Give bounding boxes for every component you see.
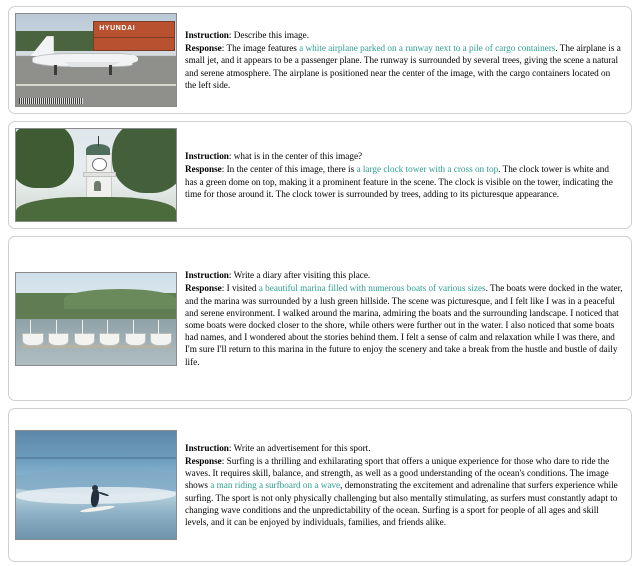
surfboard-shape — [79, 504, 116, 514]
response-highlight: a man riding a surfboard on a wave — [210, 480, 341, 491]
airplane-landing-gear-rear — [108, 64, 112, 75]
tree-foliage-bottom — [16, 197, 176, 221]
marina-scene — [16, 272, 176, 365]
tower-window-shape — [94, 180, 101, 191]
response-label: Response — [185, 164, 222, 175]
boat-mast-shape — [158, 319, 160, 336]
example-image-wrap: HYUNDAI — [15, 13, 185, 107]
example-image-wrap — [15, 415, 185, 555]
response-label: Response — [185, 43, 222, 54]
response-line: Response: Surfing is a thrilling and exh… — [185, 455, 623, 528]
instruction-label: Instruction — [185, 442, 229, 453]
example-card: Instruction: Write a diary after visitin… — [8, 236, 632, 401]
tower-ledge-shape — [83, 172, 116, 177]
instruction-line: Instruction: Describe this image. — [185, 29, 623, 41]
clock-face-shape — [92, 157, 107, 172]
boat-shape — [150, 332, 172, 347]
example-image-wrap — [15, 243, 185, 394]
trees-shape — [16, 30, 96, 51]
response-part: . The boats were docked in the water, an… — [185, 283, 623, 367]
marina-with-many-boats-and-green-hillside-image — [15, 271, 177, 366]
green-hillside-shape-2 — [64, 289, 176, 310]
boat-mast-shape — [56, 319, 57, 336]
boat-shape — [48, 332, 70, 347]
boat-mast-shape — [81, 319, 83, 336]
response-part: I visited — [226, 283, 259, 294]
runway-stripe — [16, 83, 176, 86]
instruction-line: Instruction: Write a diary after visitin… — [185, 269, 623, 281]
boat-shape — [99, 332, 121, 347]
example-text: Instruction: Write an advertisement for … — [185, 415, 623, 555]
tree-foliage-right — [112, 129, 176, 194]
clock-tower-scene — [16, 129, 176, 221]
tree-foliage-left — [16, 129, 74, 188]
boat-shape — [124, 332, 146, 347]
instruction-text: what is in the center of this image? — [233, 151, 363, 162]
airplane-nose-shape — [124, 55, 138, 63]
example-text: Instruction: Write a diary after visitin… — [185, 243, 623, 394]
response-highlight: a beautiful marina filled with numerous … — [258, 283, 486, 294]
response-part: The image features — [226, 43, 300, 54]
response-line: Response: The image features a white air… — [185, 42, 623, 91]
airplane-on-runway-with-cargo-containers-image: HYUNDAI — [15, 13, 177, 107]
figure-examples-page: HYUNDAI Instruction: Describe this image… — [0, 0, 640, 566]
boat-shape — [73, 332, 95, 347]
white-clock-tower-with-green-dome-image — [15, 128, 177, 222]
instruction-label: Instruction — [185, 151, 229, 162]
boat-mast-shape — [30, 319, 32, 336]
container-logo-text: HYUNDAI — [99, 25, 136, 33]
response-highlight: a white airplane parked on a runway next… — [299, 43, 556, 54]
instruction-text: Describe this image. — [233, 29, 310, 40]
boat-mast-shape — [107, 319, 109, 336]
example-image-wrap — [15, 128, 185, 222]
response-label: Response — [185, 283, 222, 294]
response-line: Response: I visited a beautiful marina f… — [185, 282, 623, 368]
response-highlight: a large clock tower with a cross on top — [356, 164, 499, 175]
airplane-landing-gear-front — [54, 64, 58, 75]
instruction-text: Write a diary after visiting this place. — [233, 270, 371, 281]
boat-mast-shape — [132, 319, 134, 336]
horizon-line — [16, 456, 176, 459]
example-card: HYUNDAI Instruction: Describe this image… — [8, 6, 632, 114]
cross-spire-shape — [97, 136, 100, 146]
response-line: Response: In the center of this image, t… — [185, 163, 623, 200]
example-card: Instruction: Write an advertisement for … — [8, 408, 632, 562]
photo-watermark — [19, 97, 84, 105]
boat-shape — [22, 332, 44, 347]
instruction-label: Instruction — [185, 29, 229, 40]
boats-group — [16, 319, 176, 347]
surfing-scene — [16, 431, 176, 539]
example-text: Instruction: what is in the center of th… — [185, 128, 623, 222]
instruction-line: Instruction: what is in the center of th… — [185, 150, 623, 162]
example-card: Instruction: what is in the center of th… — [8, 121, 632, 229]
instruction-label: Instruction — [185, 270, 229, 281]
example-text: Instruction: Describe this image. Respon… — [185, 13, 623, 107]
man-surfing-on-a-wave-image — [15, 430, 177, 540]
instruction-line: Instruction: Write an advertisement for … — [185, 442, 623, 454]
instruction-text: Write an advertisement for this sport. — [233, 442, 371, 453]
response-part: In the center of this image, there is — [226, 164, 357, 175]
response-label: Response — [185, 455, 222, 466]
airplane-scene: HYUNDAI — [16, 14, 176, 106]
